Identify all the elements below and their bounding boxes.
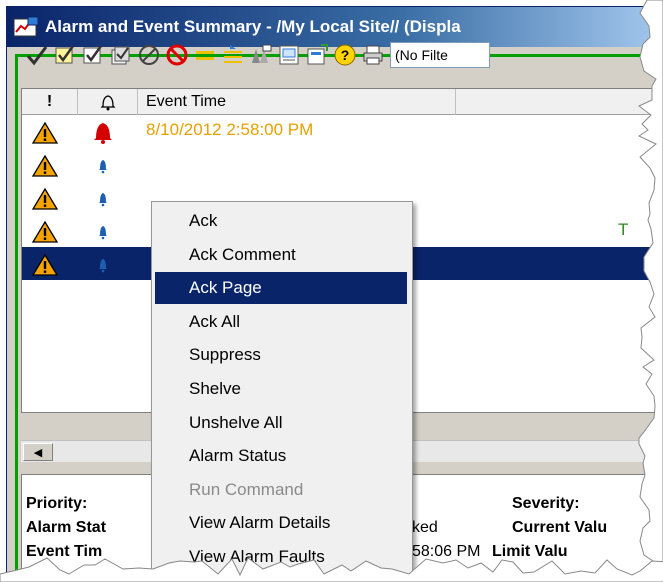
torn-edge-bottom <box>0 557 663 582</box>
menu-item-ack-page[interactable]: Ack Page <box>155 272 407 305</box>
menu-item-ack-comment[interactable]: Ack Comment <box>155 239 407 271</box>
warning-icon <box>32 187 58 210</box>
list-header: ! Event Time <box>22 89 663 115</box>
row-extra-cell: T <box>618 220 629 239</box>
alarm-state-label: Alarm Stat <box>26 519 107 536</box>
warning-icon <box>32 220 58 243</box>
suppress-icon[interactable] <box>136 41 161 69</box>
severity-label: Severity: <box>512 495 580 512</box>
filter-select[interactable]: (No Filte <box>390 42 490 68</box>
context-menu: Ack Ack Comment Ack Page Ack All Suppress She… <box>151 201 413 582</box>
bell-icon <box>99 226 107 240</box>
app-icon <box>13 16 39 37</box>
bell-icon <box>94 123 112 144</box>
table-row[interactable] <box>22 148 663 181</box>
event-time-cell: 8/10/2012 2:58:00 PM <box>146 120 314 139</box>
menu-item-shelve[interactable]: Shelve <box>155 373 407 405</box>
toolbar: ? (No Filte <box>24 38 490 72</box>
menu-item-ack[interactable]: Ack <box>155 205 407 237</box>
priority-column-header[interactable]: ! <box>22 89 78 115</box>
bell-icon <box>99 259 107 273</box>
warning-icon <box>32 121 58 144</box>
bell-icon <box>99 160 107 174</box>
ack-check-icon[interactable] <box>24 41 49 69</box>
menu-item-suppress[interactable]: Suppress <box>155 339 407 371</box>
alarm-state-value: ked <box>412 519 438 536</box>
table-row[interactable]: 8/10/2012 2:58:00 PM <box>22 115 663 148</box>
scroll-left-arrow-icon[interactable]: ◀ <box>23 443 53 461</box>
bell-icon <box>99 95 116 111</box>
details-icon[interactable] <box>276 41 301 69</box>
event-time-column-header[interactable]: Event Time <box>138 89 456 115</box>
help-icon[interactable]: ? <box>332 41 357 69</box>
current-value-label: Current Valu <box>512 519 608 536</box>
ack-page-icon[interactable] <box>80 41 105 69</box>
unshelve-icon[interactable] <box>220 41 245 69</box>
warning-icon <box>32 253 58 276</box>
menu-item-unshelve-all[interactable]: Unshelve All <box>155 407 407 439</box>
window-title: Alarm and Event Summary - /My Local Site… <box>45 17 461 36</box>
bell-icon <box>99 193 107 207</box>
svg-text:?: ? <box>340 47 349 63</box>
properties-icon[interactable] <box>304 41 329 69</box>
print-icon[interactable] <box>360 41 385 69</box>
menu-item-ack-all[interactable]: Ack All <box>155 306 407 338</box>
alarm-status-icon[interactable] <box>248 41 273 69</box>
menu-item-run-command: Run Command <box>189 479 304 499</box>
stop-icon[interactable] <box>164 41 189 69</box>
bell-column-header[interactable] <box>78 89 138 115</box>
torn-edge-right <box>637 0 663 582</box>
menu-item-alarm-status[interactable]: Alarm Status <box>155 440 407 472</box>
warning-icon <box>32 154 58 177</box>
ack-all-icon[interactable] <box>108 41 133 69</box>
shelve-icon[interactable] <box>192 41 217 69</box>
menu-item-view-alarm-details[interactable]: View Alarm Details <box>155 507 407 539</box>
priority-label: Priority: <box>26 495 88 512</box>
ack-comment-icon[interactable] <box>52 41 77 69</box>
